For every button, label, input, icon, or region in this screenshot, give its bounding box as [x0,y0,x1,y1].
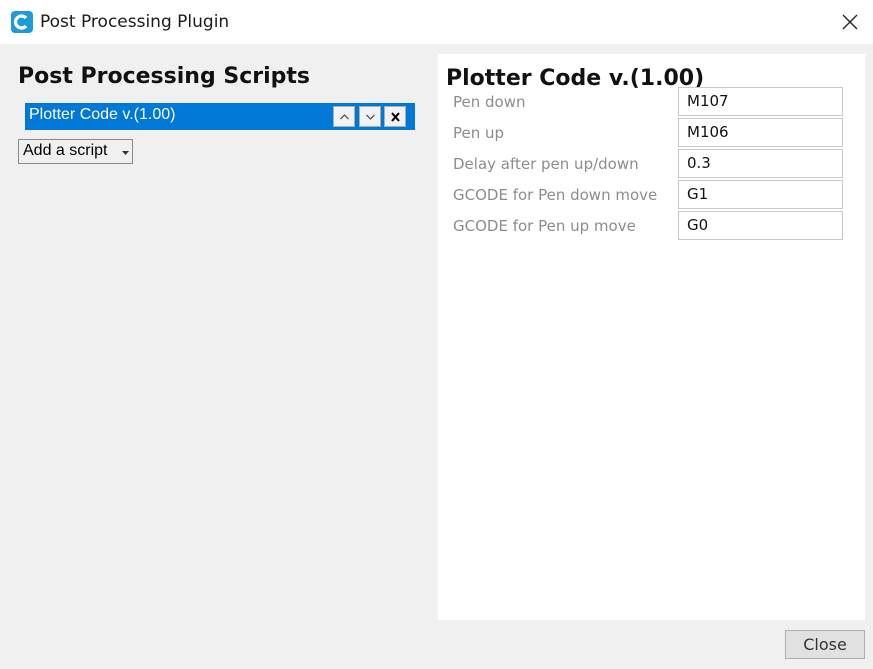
move-down-button[interactable] [359,106,381,127]
close-icon [391,112,400,122]
remove-script-button[interactable] [384,106,406,127]
pen-up-label: Pen up [453,124,505,142]
script-item-label: Plotter Code v.(1.00) [29,106,176,123]
pen-down-input[interactable]: M107 [678,87,843,116]
close-button[interactable]: Close [785,630,865,659]
window-title: Post Processing Plugin [40,12,230,32]
close-icon [842,14,858,30]
delay-label: Delay after pen up/down [453,155,639,173]
pen-up-move-label: GCODE for Pen up move [453,217,636,235]
title-bar: Post Processing Plugin [0,0,873,44]
window-close-button[interactable] [838,10,862,34]
chevron-down-icon [366,114,375,120]
script-list-item[interactable]: Plotter Code v.(1.00) [25,103,415,130]
add-script-label: Add a script [23,142,108,159]
pen-up-move-input[interactable]: G0 [678,211,843,240]
pen-down-move-input[interactable]: G1 [678,180,843,209]
dropdown-caret-icon [122,151,129,155]
pen-up-input[interactable]: M106 [678,118,843,147]
move-up-button[interactable] [333,106,355,127]
settings-heading: Plotter Code v.(1.00) [446,66,705,91]
add-script-button[interactable]: Add a script [18,139,133,164]
delay-input[interactable]: 0.3 [678,149,843,178]
pen-down-move-label: GCODE for Pen down move [453,186,658,204]
cura-logo-icon [11,11,33,33]
scripts-heading: Post Processing Scripts [18,64,310,89]
pen-down-label: Pen down [453,93,526,111]
chevron-up-icon [340,114,349,120]
